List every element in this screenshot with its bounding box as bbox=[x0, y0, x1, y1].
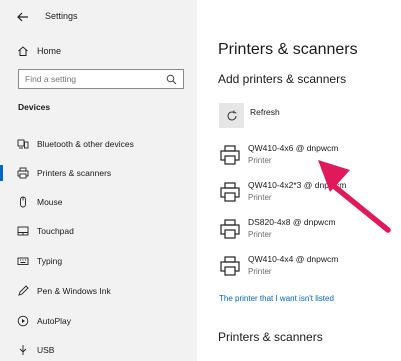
add-heading: Add printers & scanners bbox=[218, 72, 347, 86]
printer-type: Printer bbox=[248, 267, 272, 276]
printer-icon bbox=[220, 256, 240, 276]
printer-item[interactable]: QW410-4x6 @ dnpwcm Printer bbox=[219, 141, 389, 171]
sidebar-item-touchpad[interactable]: Touchpad bbox=[0, 220, 197, 242]
search-placeholder: Find a setting bbox=[25, 74, 77, 84]
home-icon bbox=[17, 45, 29, 57]
sidebar-item-label: Touchpad bbox=[37, 226, 74, 236]
sidebar-item-label: AutoPlay bbox=[37, 316, 72, 326]
search-icon[interactable] bbox=[166, 74, 177, 85]
printer-name: QW410-4x4 @ dnpwcm bbox=[248, 254, 339, 264]
printer-item[interactable]: QW410-4x4 @ dnpwcm Printer bbox=[219, 252, 389, 282]
printer-type: Printer bbox=[248, 156, 272, 165]
printer-type: Printer bbox=[248, 193, 272, 202]
refresh-label[interactable]: Refresh bbox=[250, 107, 280, 117]
bluetooth-devices-icon bbox=[17, 138, 29, 150]
printer-icon bbox=[220, 182, 240, 202]
refresh-icon bbox=[227, 110, 236, 120]
refresh-button[interactable] bbox=[219, 103, 244, 128]
usb-icon bbox=[17, 344, 29, 356]
mouse-icon bbox=[17, 196, 29, 208]
title-bar: Settings bbox=[0, 0, 197, 34]
sidebar-item-label: USB bbox=[37, 345, 55, 355]
sidebar-item-bluetooth[interactable]: Bluetooth & other devices bbox=[0, 133, 197, 155]
sidebar-item-autoplay[interactable]: AutoPlay bbox=[0, 310, 197, 332]
printer-name: QW410-4x6 @ dnpwcm bbox=[248, 143, 339, 153]
printer-icon bbox=[220, 145, 240, 165]
printer-name: DS820-4x8 @ dnpwcm bbox=[248, 217, 336, 227]
printer-icon bbox=[220, 219, 240, 239]
sidebar-item-printers[interactable]: Printers & scanners bbox=[0, 162, 197, 184]
sidebar-item-label: Printers & scanners bbox=[37, 168, 112, 178]
sidebar-item-typing[interactable]: Typing bbox=[0, 250, 197, 272]
search-input[interactable]: Find a setting bbox=[18, 69, 184, 89]
sidebar-item-home[interactable]: Home bbox=[0, 40, 197, 62]
printer-item[interactable]: QW410-4x2*3 @ dnpwcm Printer bbox=[219, 178, 389, 208]
back-arrow-icon[interactable] bbox=[16, 10, 30, 24]
sidebar-item-mouse[interactable]: Mouse bbox=[0, 191, 197, 213]
pen-icon bbox=[17, 285, 29, 297]
autoplay-icon bbox=[17, 315, 29, 327]
printer-icon bbox=[17, 167, 29, 179]
sidebar-item-label: Bluetooth & other devices bbox=[37, 139, 134, 149]
printer-name: QW410-4x2*3 @ dnpwcm bbox=[248, 180, 347, 190]
keyboard-icon bbox=[17, 255, 29, 267]
sidebar-item-pen[interactable]: Pen & Windows Ink bbox=[0, 280, 197, 302]
sidebar-item-label: Mouse bbox=[37, 197, 63, 207]
sidebar-item-usb[interactable]: USB bbox=[0, 339, 197, 361]
bottom-heading: Printers & scanners bbox=[218, 330, 323, 344]
touchpad-icon bbox=[17, 225, 29, 237]
sidebar-item-label: Home bbox=[37, 46, 62, 56]
sidebar-item-label: Typing bbox=[37, 256, 63, 266]
printer-not-listed-link[interactable]: The printer that I want isn't listed bbox=[219, 294, 334, 303]
printer-type: Printer bbox=[248, 230, 272, 239]
printer-item[interactable]: DS820-4x8 @ dnpwcm Printer bbox=[219, 215, 389, 245]
app-title: Settings bbox=[45, 11, 78, 21]
section-label: Devices bbox=[18, 102, 51, 112]
sidebar-item-label: Pen & Windows Ink bbox=[37, 286, 111, 296]
page-title: Printers & scanners bbox=[218, 41, 358, 58]
